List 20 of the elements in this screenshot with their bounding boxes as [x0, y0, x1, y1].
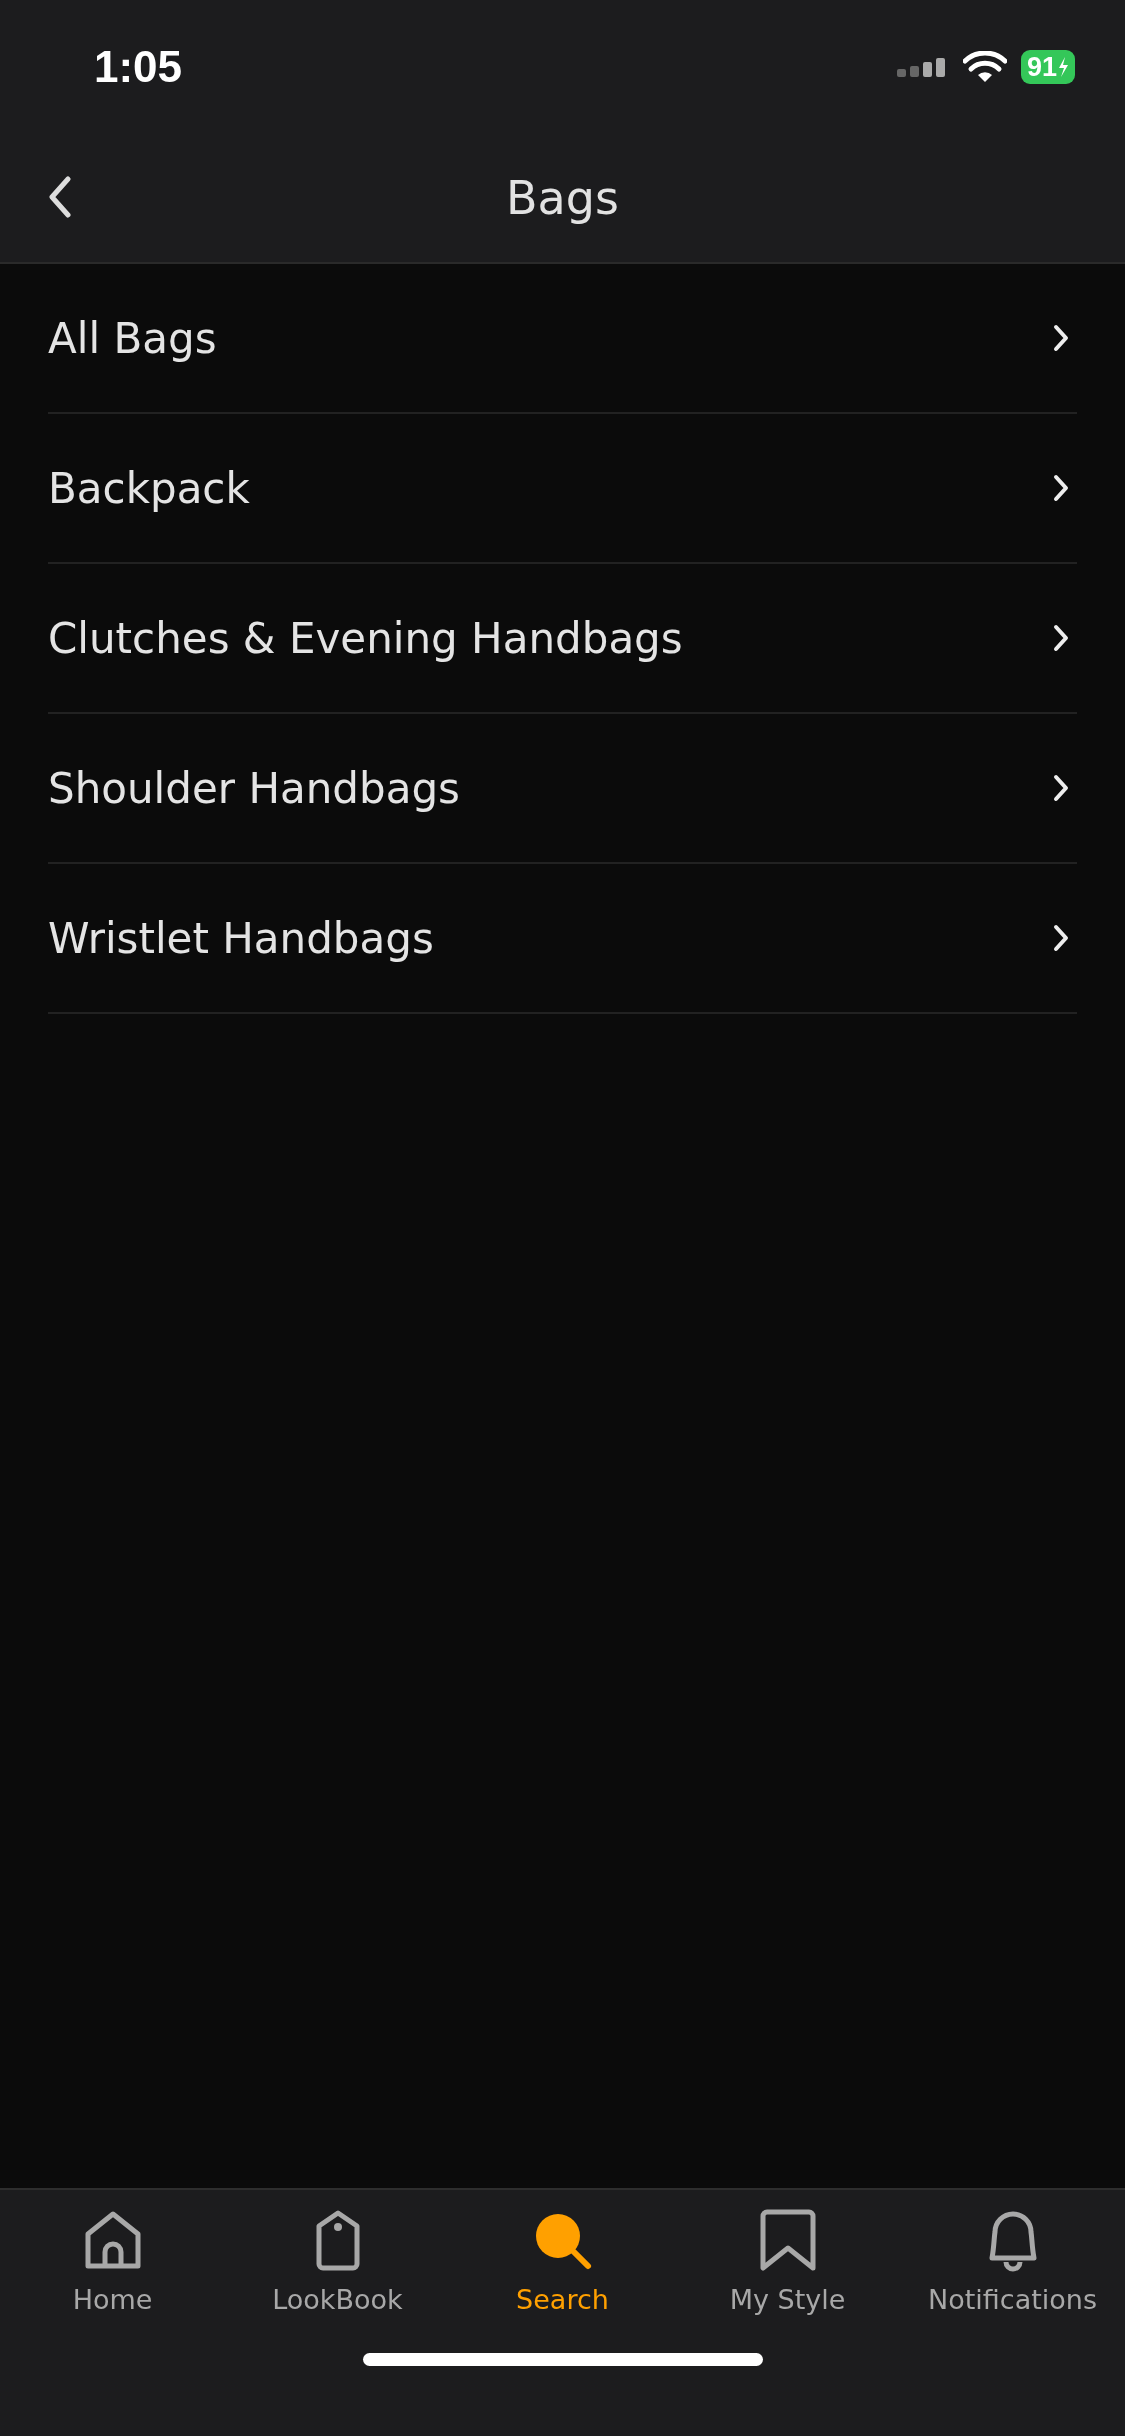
category-item[interactable]: Backpack — [48, 414, 1077, 564]
tab-item[interactable]: LookBook — [227, 2208, 448, 2315]
back-icon[interactable] — [48, 176, 72, 218]
chevron-icon — [1053, 924, 1069, 952]
tab-item[interactable]: Search — [452, 2208, 673, 2315]
battery-icon: 91 — [1020, 50, 1075, 84]
category-item[interactable]: All Bags — [48, 264, 1077, 414]
page-title: Bags — [506, 171, 619, 225]
tab-item[interactable]: Notifications — [902, 2208, 1123, 2315]
status-time: 1:05 — [94, 42, 183, 92]
chevron-icon — [1053, 624, 1069, 652]
chevron-icon — [1053, 774, 1069, 802]
category-item[interactable]: Wristlet Handbags — [48, 864, 1077, 1014]
category-item[interactable]: Shoulder Handbags — [48, 714, 1077, 864]
chevron-icon — [1053, 474, 1069, 502]
tab-item[interactable]: Home — [2, 2208, 223, 2315]
tab-item[interactable]: My Style — [677, 2208, 898, 2315]
wifi-icon — [962, 51, 1007, 83]
category-item[interactable]: Clutches & Evening Handbags — [48, 564, 1077, 714]
chevron-icon — [1053, 324, 1069, 352]
